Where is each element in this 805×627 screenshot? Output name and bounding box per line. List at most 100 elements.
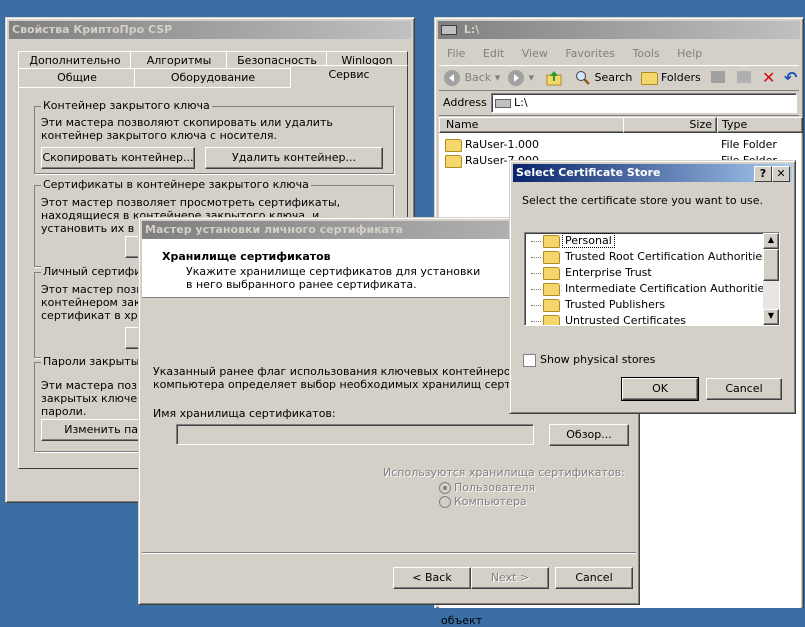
forward-arrow-icon [508,70,524,86]
radio-computer[interactable]: Компьютера [439,495,527,508]
tab-service[interactable]: Сервис [290,65,408,88]
wizard-separator [142,552,636,554]
store-name-field [176,424,534,445]
menu-file[interactable]: File [447,47,465,60]
copy-to-button[interactable] [737,71,751,83]
store-item[interactable]: Trusted Publishers [531,297,667,313]
toolbar: Back ▾ ▾ Search Folders ✕ ↶ [439,65,799,91]
column-name[interactable]: Name [439,117,625,133]
address-label: Address [443,96,487,109]
group-key-container-text: Эти мастера позволяют скопировать или уд… [41,116,333,142]
close-button[interactable]: ✕ [772,166,790,182]
folder-icon [543,250,560,264]
scroll-down-button[interactable]: ▼ [763,309,779,325]
radio-button [439,496,451,508]
select-store-title-bar[interactable]: Select Certificate Store ? ✕ [513,164,792,182]
column-headers: Name Size Type [439,117,803,133]
folder-icon [543,314,560,325]
csp-title: Свойства КриптоПро CSP [12,23,173,36]
back-button[interactable]: Back ▾ [443,66,500,90]
store-tree[interactable]: Personal Trusted Root Certification Autho… [524,232,780,326]
column-type[interactable]: Type [717,117,803,133]
store-item-label: Intermediate Certification Authorities [565,282,771,295]
explorer-title: L:\ [463,23,480,36]
store-item-label: Trusted Root Certification Authorities [565,250,768,263]
menu-bar: File Edit View Favorites Tools Help [447,46,716,62]
folders-button[interactable]: Folders [641,66,701,90]
store-item[interactable]: Personal [531,233,615,249]
folders-icon [641,71,658,85]
folder-icon [543,282,560,296]
folder-icon [445,138,462,152]
wizard-subheading: Укажите хранилище сертификатов для устан… [186,265,481,291]
select-certificate-store-dialog: Select Certificate Store ? ✕ Select the … [509,160,796,414]
search-icon [576,71,590,85]
menu-favorites[interactable]: Favorites [565,47,615,60]
tree-line [531,320,541,322]
csp-title-bar[interactable]: Свойства КриптоПро CSP [9,21,411,39]
group-key-container: Контейнер закрытого ключа Эти мастера по… [34,99,394,174]
menu-tools[interactable]: Tools [633,47,660,60]
tree-line [531,256,541,258]
tab-hardware[interactable]: Оборудование [134,68,292,87]
browse-button[interactable]: Обзор... [549,424,629,446]
drive-icon [441,25,457,35]
address-input[interactable]: L:\ [491,93,797,113]
list-item[interactable]: RaUser-1.000 File Folder [445,137,799,153]
tree-line [531,304,541,306]
wizard-heading: Хранилище сертификатов [162,250,331,263]
store-item-label: Untrusted Certificates [565,314,686,326]
show-physical-stores[interactable]: Show physical stores [523,353,655,367]
menu-help[interactable]: Help [677,47,702,60]
store-item[interactable]: Trusted Root Certification Authorities [531,249,770,265]
back-button[interactable]: < Back [393,567,471,589]
wizard-title: Мастер установки личного сертификата [145,223,403,236]
group-container-certificates-label: Сертификаты в контейнере закрытого ключа [41,178,311,191]
store-item[interactable]: Untrusted Certificates [531,313,688,326]
tree-line [531,288,541,290]
vertical-scrollbar[interactable]: ▲ ▼ [763,233,779,325]
select-store-prompt: Select the certificate store you want to… [522,194,764,207]
scroll-up-button[interactable]: ▲ [763,233,779,249]
tab-general[interactable]: Общие [18,68,136,87]
tree-line [531,240,541,242]
delete-icon[interactable]: ✕ [762,66,775,90]
store-name-label: Имя хранилища сертификатов: [153,407,336,420]
folder-icon [543,298,560,312]
cancel-button[interactable]: Cancel [555,567,633,589]
store-item-label: Personal [562,233,615,248]
select-store-title: Select Certificate Store [516,166,661,179]
column-size[interactable]: Size [623,117,717,133]
copy-container-button[interactable]: Скопировать контейнер... [41,147,195,169]
cancel-button[interactable]: Cancel [706,378,782,400]
drive-icon [495,98,511,108]
search-button[interactable]: Search [575,66,632,90]
undo-icon[interactable]: ↶ [784,66,797,90]
status-bar-fragment: объект [441,614,483,627]
radio-user[interactable]: Пользователя [439,481,535,494]
radio-button-checked [439,482,451,494]
used-stores-label: Используются хранилища сертификатов: [383,466,625,479]
store-item[interactable]: Enterprise Trust [531,265,654,281]
folder-icon [543,266,560,280]
explorer-title-bar[interactable]: L:\ [438,21,800,39]
delete-container-button[interactable]: Удалить контейнер... [205,147,383,169]
store-item[interactable]: Intermediate Certification Authorities [531,281,772,297]
ok-button[interactable]: OK [621,377,699,401]
menu-edit[interactable]: Edit [483,47,504,60]
move-to-button[interactable] [711,71,725,83]
checkbox[interactable] [523,353,536,367]
address-bar: Address L:\ [439,91,799,116]
menu-view[interactable]: View [522,47,548,60]
tree-line [531,272,541,274]
help-button[interactable]: ? [754,166,772,182]
scroll-thumb[interactable] [763,249,779,281]
up-folder-icon [546,71,562,86]
store-item-label: Trusted Publishers [565,298,666,311]
store-item-label: Enterprise Trust [565,266,652,279]
folder-icon [445,154,462,168]
back-arrow-icon [444,70,460,86]
forward-button[interactable]: ▾ [507,66,534,90]
up-folder-button[interactable] [545,66,563,90]
next-button[interactable]: Next > [471,567,549,589]
